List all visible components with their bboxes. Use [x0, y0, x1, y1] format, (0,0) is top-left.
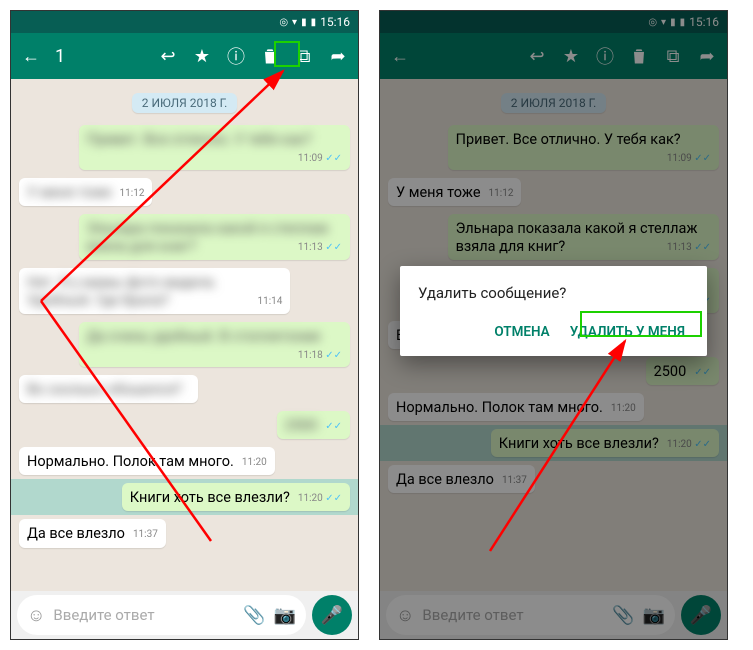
phone-left: ◎ ▾ ▮ ▮ 15:16 ← 1 ↩ ★ ⓘ ⧉ ➦ 2 ИЮЛЯ 2018 …	[10, 10, 359, 640]
battery-icon: ▮	[311, 17, 317, 28]
input-row: ☺ Введите ответ 📎 📷 🎤	[11, 591, 358, 639]
message-time: 11:18 ✓✓	[298, 350, 342, 363]
message-input[interactable]: ☺ Введите ответ 📎 📷	[17, 595, 306, 635]
message-text: Нет. Я у мамы фото видела. Удобный. Где …	[27, 274, 217, 309]
date-chip: 2 ИЮЛЯ 2018 Г.	[132, 93, 237, 113]
mic-button[interactable]: 🎤	[312, 595, 352, 635]
message-time: ✓✓	[325, 421, 342, 434]
gps-icon: ◎	[279, 17, 288, 28]
message-time: 11:12	[120, 188, 145, 201]
message-text: 2500	[285, 417, 318, 434]
wifi-icon: ▾	[292, 17, 297, 28]
message-bubble[interactable]: Эльнара показала какой я стеллаж взяла д…	[79, 214, 350, 260]
star-icon[interactable]: ★	[188, 42, 216, 70]
selection-count: 1	[55, 46, 148, 67]
message-bubble[interactable]: Да очень удобный. В стоплитхоме 11:18 ✓✓	[79, 322, 350, 367]
message-bubble[interactable]: Во сколько обошелся?	[19, 375, 198, 403]
dialog-title: Удалить сообщение?	[418, 284, 689, 302]
delete-icon[interactable]	[256, 42, 284, 70]
message-bubble[interactable]: Нормально. Полок там много. 11:20	[19, 447, 275, 475]
clock: 15:16	[320, 15, 350, 29]
message-text: Привет. Все отлично. У тебя как?	[87, 131, 312, 148]
message-time: 11:13 ✓✓	[298, 242, 342, 255]
phone-right: ◎ ▾ ▮ ▮ 15:16 ← ↩ ★ ⓘ ⧉ ➦ 2 ИЮЛЯ 2018 Г.…	[379, 10, 728, 640]
message-time: 11:09 ✓✓	[298, 153, 342, 166]
message-bubble[interactable]: 2500 ✓✓	[277, 411, 350, 439]
camera-icon[interactable]: 📷	[274, 605, 296, 626]
selection-toolbar: ← 1 ↩ ★ ⓘ ⧉ ➦	[11, 33, 358, 79]
back-icon[interactable]: ←	[17, 42, 45, 70]
message-time: 11:37	[133, 529, 158, 542]
reply-icon[interactable]: ↩	[154, 42, 182, 70]
info-icon[interactable]: ⓘ	[222, 42, 250, 70]
message-text: У меня тоже	[27, 184, 112, 201]
copy-icon[interactable]: ⧉	[290, 42, 318, 70]
message-text: Нормально. Полок там много.	[27, 453, 234, 470]
delete-dialog: Удалить сообщение? ОТМЕНА УДАЛИТЬ У МЕНЯ	[400, 266, 707, 356]
forward-icon[interactable]: ➦	[324, 42, 352, 70]
message-bubble[interactable]: Книги хоть все влезли? 11:20 ✓✓	[122, 483, 350, 511]
attach-icon[interactable]: 📎	[243, 605, 265, 626]
emoji-icon[interactable]: ☺	[27, 605, 45, 626]
message-bubble[interactable]: Нет. Я у мамы фото видела. Удобный. Где …	[19, 268, 290, 314]
chat-area[interactable]: 2 ИЮЛЯ 2018 Г. Привет. Все отлично. У те…	[11, 79, 358, 591]
message-text: Да все влезло	[27, 525, 125, 542]
message-time: 11:20	[242, 457, 267, 470]
message-text: Эльнара показала какой я стеллаж взяла д…	[87, 220, 329, 255]
message-text: Да очень удобный. В стоплитхоме	[87, 328, 321, 345]
message-text: Во сколько обошелся?	[27, 381, 182, 398]
message-bubble[interactable]: Да все влезло 11:37	[19, 519, 166, 547]
message-time: 11:14	[258, 296, 283, 309]
input-placeholder: Введите ответ	[53, 606, 235, 624]
signal-icon: ▮	[301, 17, 307, 28]
cancel-button[interactable]: ОТМЕНА	[490, 318, 553, 346]
message-bubble[interactable]: У меня тоже 11:12	[19, 178, 152, 206]
status-bar: ◎ ▾ ▮ ▮ 15:16	[11, 11, 358, 33]
message-bubble[interactable]: Привет. Все отлично. У тебя как? 11:09 ✓✓	[79, 125, 350, 170]
delete-for-me-button[interactable]: УДАЛИТЬ У МЕНЯ	[566, 318, 689, 346]
message-time: 11:20 ✓✓	[298, 493, 342, 506]
message-text: Книги хоть все влезли?	[130, 489, 290, 506]
